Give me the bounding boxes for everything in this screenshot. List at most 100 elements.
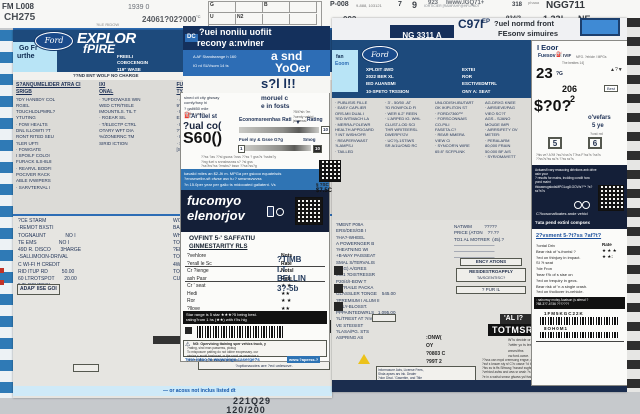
safety-heading: OVFINT 5-' SAFFATIU (189, 235, 255, 243)
spec-line: XPLOIT 4WD (366, 66, 456, 73)
rating-label: Economsreenhas Rati (239, 117, 292, 124)
safety-row-labels: ?ontal DrivBear risk of 's-frontsl ??ed … (536, 243, 602, 295)
best-box: Best (604, 85, 618, 92)
code-grid-cell (290, 14, 317, 25)
slider-max-box: 10 (321, 126, 330, 134)
equipment-item: · SARVTERVAL I (16, 185, 95, 191)
slider-min-box: 1 (238, 145, 245, 153)
equipment-header: IXI (99, 82, 172, 89)
equipment-column: UNLODISH-IBUTARTOK IKIPLITON ST· FORD/73… (432, 98, 482, 220)
table-rule (536, 341, 624, 342)
overlap-white: s?l l!! (183, 76, 330, 93)
agency-box: ENCY ATIONS (460, 258, 522, 266)
ng-code: NG 3311 A (402, 31, 441, 40)
spec-line: EXTEI (462, 66, 532, 73)
dark-band-caption-2: ?ata pend extinl compsex (535, 220, 590, 226)
rating-box-fe: 5 (548, 137, 562, 149)
option-line: 60 LTROTSPOT 20.00 (18, 276, 168, 283)
options-list: ?CE STARM·REMOT BXSTITOGNAUNT NO ITE EMS… (18, 218, 168, 291)
range-value: 206 (562, 84, 577, 94)
epa-label-right: I Eoor Fuesov ⛽ IVIF MFG. ?ehicle / MPGs… (531, 40, 628, 386)
blue-corner-box (580, 18, 620, 36)
nhtsa-line: ?88-3?7-4?36 ??????? (536, 302, 625, 306)
code-grid-cell (263, 14, 290, 25)
misc-code: ?0803 C (426, 350, 445, 358)
safety-value: ★ ★: (602, 254, 617, 260)
options-list: ?MENT P09AERS/DES/GB I?HA?-WHEELA POWERN… (336, 222, 454, 342)
mfg-caption: MFG. ?ehicle / MPGs (576, 55, 606, 59)
annual-fuel-cost: S60() (183, 131, 222, 147)
savings-label: o'vefars (588, 115, 611, 123)
no-charge-text: ??ND ENT WOLF NO CHARGE (73, 73, 139, 79)
option-line: C WI-FI H CREDIT (18, 262, 168, 269)
equipment-column: AG-DRXG KNEE· AIRSIEVE/PAGVIEO SC?TAGS -… (482, 98, 532, 220)
vehicle-specs-col2: EXTEIRORESCTIVEDMTRLONY A: SEAT (462, 66, 532, 95)
option-line: TE EMS NO I (18, 240, 168, 247)
ford-logo-icon: Ford (362, 46, 398, 63)
nhtsa-bar: : nabonwy motsy Aoatson (s afersd ??88-3… (534, 297, 625, 309)
vehicle-specs-col1: XPLOIT 4WD2022 BER XLIED AUANSMI10-SPETO… (366, 66, 456, 95)
star-range-bar: Star range is 5 star ★★★?5 being best.ra… (183, 311, 327, 324)
fueleconomy-gov-band: fucomyo elenorjov (181, 190, 329, 232)
nhtsa-link-text: ?ore intoo to wwwnings.caserge?s (185, 357, 260, 363)
five-star-ghost: ?TIMB I.T BELLIN 3?-5b (277, 255, 306, 293)
equipment-items: ?DY HANBDY COLRGIELTOUCHLDLPMRL?YTUTING·… (16, 97, 95, 191)
best-caption: The besttes 14] (562, 61, 584, 65)
rating-label-2: Rating (307, 117, 323, 124)
equipment-column: · 3' - 50/50 .AT?D ROWFOLD FI· WER 6.2" … (382, 98, 432, 220)
phone-icon (267, 206, 274, 217)
rating-slider (239, 127, 319, 133)
misc-code: :ONW( (426, 334, 445, 342)
safety-subheading: GINMESTARITY RLS (189, 244, 247, 252)
blue-strip-text: — or acoss not inclus listed dt (163, 388, 236, 395)
people-icon (582, 201, 590, 209)
fueleconomy-text-2: elenorjov (187, 209, 245, 223)
equipment-subheader: SRIGB (16, 89, 95, 96)
star-range-line: rating?rom 1 hs (★★) with t?is hig (186, 317, 327, 322)
equipment-column: IXI ONAL · ?UPDOWASS WINWED CTR/TIELEIMO… (96, 80, 173, 214)
equipment-item: · TAILLED (335, 149, 381, 154)
redaction-square (334, 284, 343, 293)
residency-line-2: TA/SCENTISC? (457, 275, 525, 280)
code-text: P-008 (330, 1, 349, 9)
epa-title: I Eoor (537, 43, 558, 52)
banner-line: kavaild miles an $2.Jti m. MPGa per gsio… (181, 169, 329, 187)
fuel-cost-value: $?0? (534, 99, 571, 115)
dc-label: DC (185, 34, 198, 42)
spec-line: ROR (462, 73, 532, 80)
safety-label: Cr ' seat (187, 283, 279, 291)
qr-code-icon (598, 185, 624, 211)
barcode (540, 332, 620, 338)
epa-bold-line: e in fosts (261, 103, 290, 111)
adap-box: ADAP' IISE GOI (17, 284, 60, 295)
warning-triangle-icon (358, 354, 370, 364)
slogan-text: fan (332, 50, 358, 61)
rating-slider (245, 145, 311, 151)
red-tick (0, 268, 4, 273)
equipment-item: SR A/1U/OND RC (385, 143, 431, 148)
top-band-text: ?uel normd front (494, 19, 554, 28)
spec-line: 2022 BER XL (366, 73, 456, 80)
safety-heading: 2?vsment 5-?t?ss ?af?t? (536, 233, 601, 241)
code-text: phaaa (528, 0, 539, 5)
code-text: ?ILE RIDOW (96, 22, 119, 27)
option-line: RID ITUP RD 50.00 (18, 269, 168, 276)
code-text: 923 (428, 0, 438, 8)
option-line: ?CE STARM (18, 218, 168, 225)
epa-fine-print: ??ss ?as ??sl gsoss ?oss ??ss ? gss?s ?s… (201, 155, 276, 169)
safety-label: ?vehlore (187, 253, 279, 261)
code-text: 7 (398, 1, 402, 9)
star-range-line: Star range is 5 star ★★★?5 being best.ra… (183, 311, 327, 323)
code-text: 1939 0 (128, 4, 149, 12)
option-line: TOGNAUNT NO I (18, 233, 168, 240)
safety-label: Ror (187, 298, 279, 306)
misc-code: ?99T 2 (426, 358, 445, 366)
code-text: 318 (512, 2, 522, 10)
epa-blue-banner: kavaild miles an $2.Jti m. MPGa per gsio… (181, 169, 329, 190)
slogan-block: fan Eoom (332, 50, 358, 92)
code-text: 9-888, 103121 (356, 3, 382, 8)
code-grid: GBUN2 (208, 1, 322, 27)
ng-code-patch: NG 3311 A (390, 25, 454, 38)
right-perforation-strip (627, 18, 640, 392)
warning-box: ⚠ NG: Opervicing ttaining sper vehics tr… (183, 340, 327, 357)
